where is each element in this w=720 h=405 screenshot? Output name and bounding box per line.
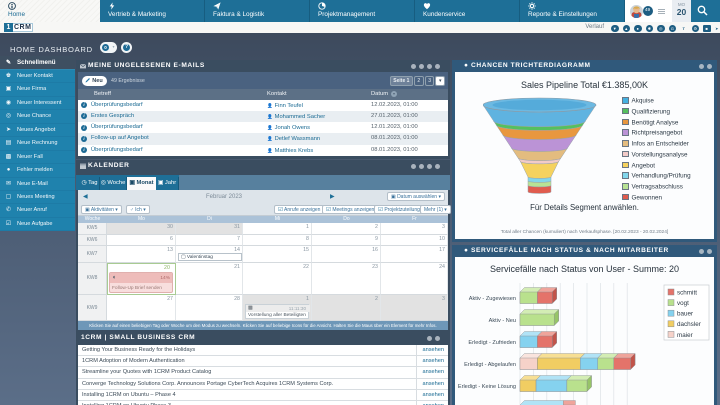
svg-text:Aktiv - Zugewiesen: Aktiv - Zugewiesen bbox=[469, 296, 516, 302]
svg-text:vogt: vogt bbox=[677, 300, 689, 307]
svg-text:Aktiv - Neu: Aktiv - Neu bbox=[489, 318, 516, 324]
svg-text:dachsler: dachsler bbox=[677, 321, 701, 328]
svg-text:Erledigt - Zufrieden: Erledigt - Zufrieden bbox=[468, 340, 516, 346]
svg-text:Erledigt - Abgelaufen: Erledigt - Abgelaufen bbox=[464, 362, 516, 368]
svg-text:Erledigt - Keine Lösung: Erledigt - Keine Lösung bbox=[458, 384, 516, 390]
svg-text:bauer: bauer bbox=[677, 311, 693, 318]
svg-text:schmitt: schmitt bbox=[677, 289, 697, 296]
svg-text:maier: maier bbox=[677, 332, 693, 339]
